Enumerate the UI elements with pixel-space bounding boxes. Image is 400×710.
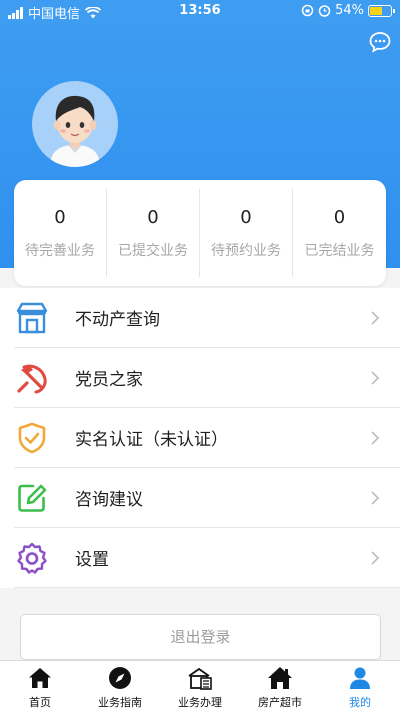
gear-icon [14, 540, 50, 576]
tab-guide[interactable]: 业务指南 [80, 661, 160, 710]
battery-percent: 54% [335, 3, 364, 18]
tab-label: 我的 [349, 696, 371, 709]
stat-label: 已提交业务 [118, 242, 188, 259]
tab-label: 业务办理 [178, 696, 222, 709]
menu-item-label: 实名认证（未认证） [75, 430, 228, 450]
menu-item-label: 咨询建议 [75, 490, 143, 510]
person-icon [350, 667, 370, 689]
tab-business[interactable]: 业务办理 [160, 661, 240, 710]
stat-count: 0 [240, 206, 252, 228]
message-button[interactable] [368, 30, 392, 54]
alarm-icon [318, 5, 331, 17]
tab-mine[interactable]: 我的 [320, 661, 400, 710]
chat-bubble-icon [369, 32, 391, 53]
business-stats-card: 0 待完善业务 0 已提交业务 0 待预约业务 0 已完结业务 [14, 180, 386, 286]
tab-label: 房产超市 [258, 696, 302, 709]
logout-button[interactable]: 退出登录 [20, 614, 381, 660]
house-icon [268, 667, 292, 689]
menu-list: 不动产查询 党员之家 实名认证（未认证） 咨询建议 设置 [0, 288, 400, 588]
stat-label: 待完善业务 [25, 242, 95, 259]
bottom-tab-bar: 首页 业务指南 业务办理 房产超市 我的 [0, 660, 400, 710]
status-bar: 中国电信 13:56 54% [0, 0, 400, 24]
home-icon [29, 668, 51, 688]
stat-label: 待预约业务 [211, 242, 281, 259]
stat-submitted[interactable]: 0 已提交业务 [107, 189, 200, 277]
stat-completed[interactable]: 0 已完结业务 [293, 189, 386, 277]
tab-label: 业务指南 [98, 696, 142, 709]
shield-check-icon [14, 420, 50, 456]
compass-icon [109, 667, 131, 689]
hammer-sickle-icon [14, 360, 50, 396]
tab-label: 首页 [29, 696, 51, 709]
menu-item-label: 党员之家 [75, 370, 143, 390]
menu-item-real-name-auth[interactable]: 实名认证（未认证） [14, 408, 400, 468]
stat-count: 0 [147, 206, 159, 228]
menu-item-property-query[interactable]: 不动产查询 [14, 288, 400, 348]
user-avatar-icon [50, 95, 100, 167]
chevron-right-icon [371, 311, 380, 325]
stat-count: 0 [333, 206, 346, 228]
menu-item-label: 设置 [75, 550, 109, 570]
rotation-lock-icon [301, 4, 314, 17]
stat-count: 0 [54, 206, 66, 228]
store-icon [14, 300, 50, 336]
chevron-right-icon [371, 551, 380, 565]
menu-item-settings[interactable]: 设置 [14, 528, 400, 588]
menu-item-consultation[interactable]: 咨询建议 [14, 468, 400, 528]
chevron-right-icon [371, 371, 380, 385]
building-icon [188, 667, 212, 690]
menu-item-party-home[interactable]: 党员之家 [14, 348, 400, 408]
tab-property-market[interactable]: 房产超市 [240, 661, 320, 710]
battery-icon [368, 4, 395, 17]
chevron-right-icon [371, 491, 380, 505]
avatar[interactable] [32, 81, 118, 167]
chevron-right-icon [371, 431, 380, 445]
stat-pending-completion[interactable]: 0 待完善业务 [14, 189, 107, 277]
tab-home[interactable]: 首页 [0, 661, 80, 710]
menu-item-label: 不动产查询 [75, 310, 160, 330]
stat-pending-appointment[interactable]: 0 待预约业务 [200, 189, 293, 277]
stat-label: 已完结业务 [304, 242, 375, 259]
edit-icon [14, 480, 50, 516]
